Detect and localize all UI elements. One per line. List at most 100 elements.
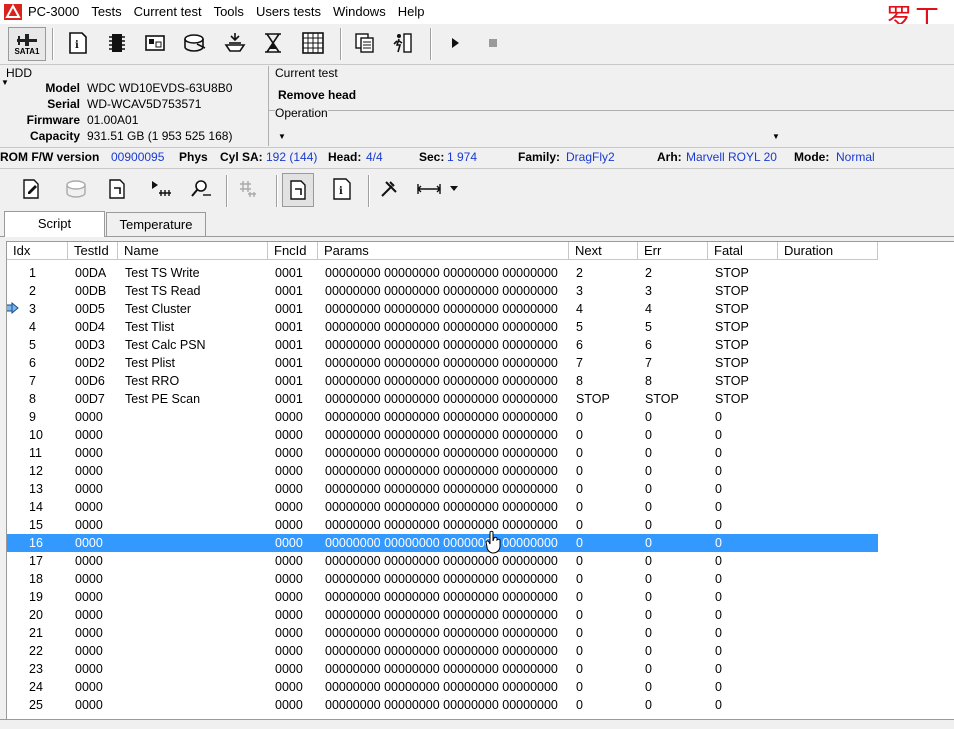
table-row[interactable]: 6 00D2 Test Plist 0001 00000000 00000000 000… <box>7 354 954 372</box>
range-button[interactable] <box>414 173 444 205</box>
current-test-legend: Current test <box>275 66 338 80</box>
table-row[interactable]: 24 0000 0000 00000000 00000000 00000000 000… <box>7 678 954 696</box>
serial-label: Serial <box>47 97 80 111</box>
table-row[interactable]: 18 0000 0000 00000000 00000000 00000000 000… <box>7 570 954 588</box>
table-row[interactable]: 2 00DB Test TS Read 0001 00000000 00000000 0… <box>7 282 954 300</box>
table-row[interactable]: 7 00D6 Test RRO 0001 00000000 00000000 00000… <box>7 372 954 390</box>
table-row[interactable]: 17 0000 0000 00000000 00000000 00000000 000… <box>7 552 954 570</box>
cell-next: 0 <box>576 554 583 568</box>
table-row[interactable]: 1 00DA Test TS Write 0001 00000000 00000000 … <box>7 264 954 282</box>
table-row[interactable]: 3 00D5 Test Cluster 0001 00000000 00000000 0… <box>7 300 954 318</box>
tab-temperature[interactable]: Temperature <box>106 212 206 236</box>
column-header-fatal[interactable]: Fatal <box>708 242 778 260</box>
load-script-button[interactable] <box>102 173 132 205</box>
cell-testid: 0000 <box>75 644 103 658</box>
runner-button[interactable] <box>388 27 418 59</box>
table-row[interactable]: 15 0000 0000 00000000 00000000 00000000 000… <box>7 516 954 534</box>
flash-icon <box>224 33 246 52</box>
run-step-button[interactable] <box>146 173 176 205</box>
firmware-label: Firmware <box>26 113 80 127</box>
sata-port-button[interactable]: SATA1 <box>8 27 46 61</box>
cell-fatal: 0 <box>715 644 722 658</box>
column-header-err[interactable]: Err <box>638 242 708 260</box>
cell-params: 00000000 00000000 00000000 00000000 <box>325 284 558 298</box>
column-header-fncid[interactable]: FncId <box>268 242 318 260</box>
table-row[interactable]: 12 0000 0000 00000000 00000000 00000000 000… <box>7 462 954 480</box>
menu-tools[interactable]: Tools <box>208 0 250 24</box>
drive-disabled-button[interactable] <box>62 173 92 205</box>
cell-err: STOP <box>645 392 679 406</box>
table-row[interactable]: 8 00D7 Test PE Scan 0001 00000000 00000000 0… <box>7 390 954 408</box>
column-header-next[interactable]: Next <box>569 242 638 260</box>
table-row[interactable]: 22 0000 0000 00000000 00000000 00000000 000… <box>7 642 954 660</box>
cell-name: Test Tlist <box>125 320 175 334</box>
cell-testid: 00D4 <box>75 320 105 334</box>
cell-fatal: 0 <box>715 482 722 496</box>
cell-fncid: 0000 <box>275 644 303 658</box>
hourglass-button[interactable] <box>258 27 288 59</box>
script-mode-button[interactable] <box>282 173 314 207</box>
chip-button[interactable] <box>102 27 132 59</box>
pc3000-logo-icon <box>4 4 22 20</box>
column-header-name[interactable]: Name <box>118 242 268 260</box>
family-value: DragFly2 <box>566 150 615 164</box>
passport-button[interactable]: i <box>62 27 92 59</box>
cell-fncid: 0000 <box>275 608 303 622</box>
column-header-idx[interactable]: Idx <box>7 242 68 260</box>
menu-help[interactable]: Help <box>392 0 431 24</box>
menu-tests[interactable]: Tests <box>85 0 127 24</box>
table-row[interactable]: 10 0000 0000 00000000 00000000 00000000 000… <box>7 426 954 444</box>
table-row[interactable]: 4 00D4 Test Tlist 0001 00000000 00000000 000… <box>7 318 954 336</box>
sector-grid-button[interactable] <box>298 27 328 59</box>
run-step-icon <box>152 181 171 196</box>
operation-expand-right-icon[interactable]: ▼ <box>772 132 780 141</box>
column-header-duration[interactable]: Duration <box>778 242 878 260</box>
cell-idx: 6 <box>29 356 36 370</box>
menu-users-tests[interactable]: Users tests <box>250 0 327 24</box>
play-button[interactable] <box>440 27 470 59</box>
cell-next: 0 <box>576 698 583 712</box>
table-row[interactable]: 16 0000 0000 00000000 00000000 00000000 000… <box>7 530 878 554</box>
cell-name: Test PE Scan <box>125 392 201 406</box>
cell-fatal: STOP <box>715 320 749 334</box>
operation-expand-left-icon[interactable]: ▼ <box>278 132 286 141</box>
table-row[interactable]: 13 0000 0000 00000000 00000000 00000000 000… <box>7 480 954 498</box>
cell-params: 00000000 00000000 00000000 00000000 <box>325 698 558 712</box>
table-row[interactable]: 20 0000 0000 00000000 00000000 00000000 000… <box>7 606 954 624</box>
cell-testid: 0000 <box>75 572 103 586</box>
table-row[interactable]: 14 0000 0000 00000000 00000000 00000000 000… <box>7 498 954 516</box>
cell-fncid: 0001 <box>275 374 303 388</box>
stop-button[interactable] <box>478 27 508 59</box>
edit-script-button[interactable] <box>16 173 46 205</box>
arh-label: Arh: <box>657 150 682 164</box>
table-row[interactable]: 25 0000 0000 00000000 00000000 00000000 000… <box>7 696 954 714</box>
table-row[interactable]: 19 0000 0000 00000000 00000000 00000000 000… <box>7 588 954 606</box>
copy-button[interactable] <box>350 27 380 59</box>
script-mode-icon <box>290 180 306 200</box>
table-row[interactable]: 9 0000 0000 00000000 00000000 00000000 0000… <box>7 408 954 426</box>
menu-windows[interactable]: Windows <box>327 0 392 24</box>
cell-next: 0 <box>576 464 583 478</box>
hdd-model-row: Model WDC WD10EVDS-63U8B0 <box>0 81 268 97</box>
flash-button[interactable] <box>220 27 250 59</box>
tab-script[interactable]: Script <box>4 211 105 237</box>
cell-err: 0 <box>645 572 652 586</box>
column-header-testid[interactable]: TestId <box>68 242 118 260</box>
table-row[interactable]: 21 0000 0000 00000000 00000000 00000000 000… <box>7 624 954 642</box>
find-head-button[interactable] <box>186 173 216 205</box>
column-header-params[interactable]: Params <box>318 242 569 260</box>
cell-idx: 18 <box>29 572 43 586</box>
table-row[interactable]: 23 0000 0000 00000000 00000000 00000000 000… <box>7 660 954 678</box>
passport-info-button[interactable]: i <box>326 173 356 205</box>
table-row[interactable]: 5 00D3 Test Calc PSN 0001 00000000 00000000 … <box>7 336 954 354</box>
drive-button[interactable] <box>180 27 210 59</box>
cell-params: 00000000 00000000 00000000 00000000 <box>325 536 558 550</box>
tools-button[interactable] <box>374 173 404 205</box>
menu-current-test[interactable]: Current test <box>128 0 208 24</box>
model-value: WDC WD10EVDS-63U8B0 <box>87 81 233 95</box>
cell-err: 0 <box>645 698 652 712</box>
table-row[interactable]: 11 0000 0000 00000000 00000000 00000000 000… <box>7 444 954 462</box>
range-dropdown-button[interactable] <box>444 173 464 205</box>
hash-disabled-button[interactable] <box>232 173 262 205</box>
board-button[interactable] <box>140 27 170 59</box>
